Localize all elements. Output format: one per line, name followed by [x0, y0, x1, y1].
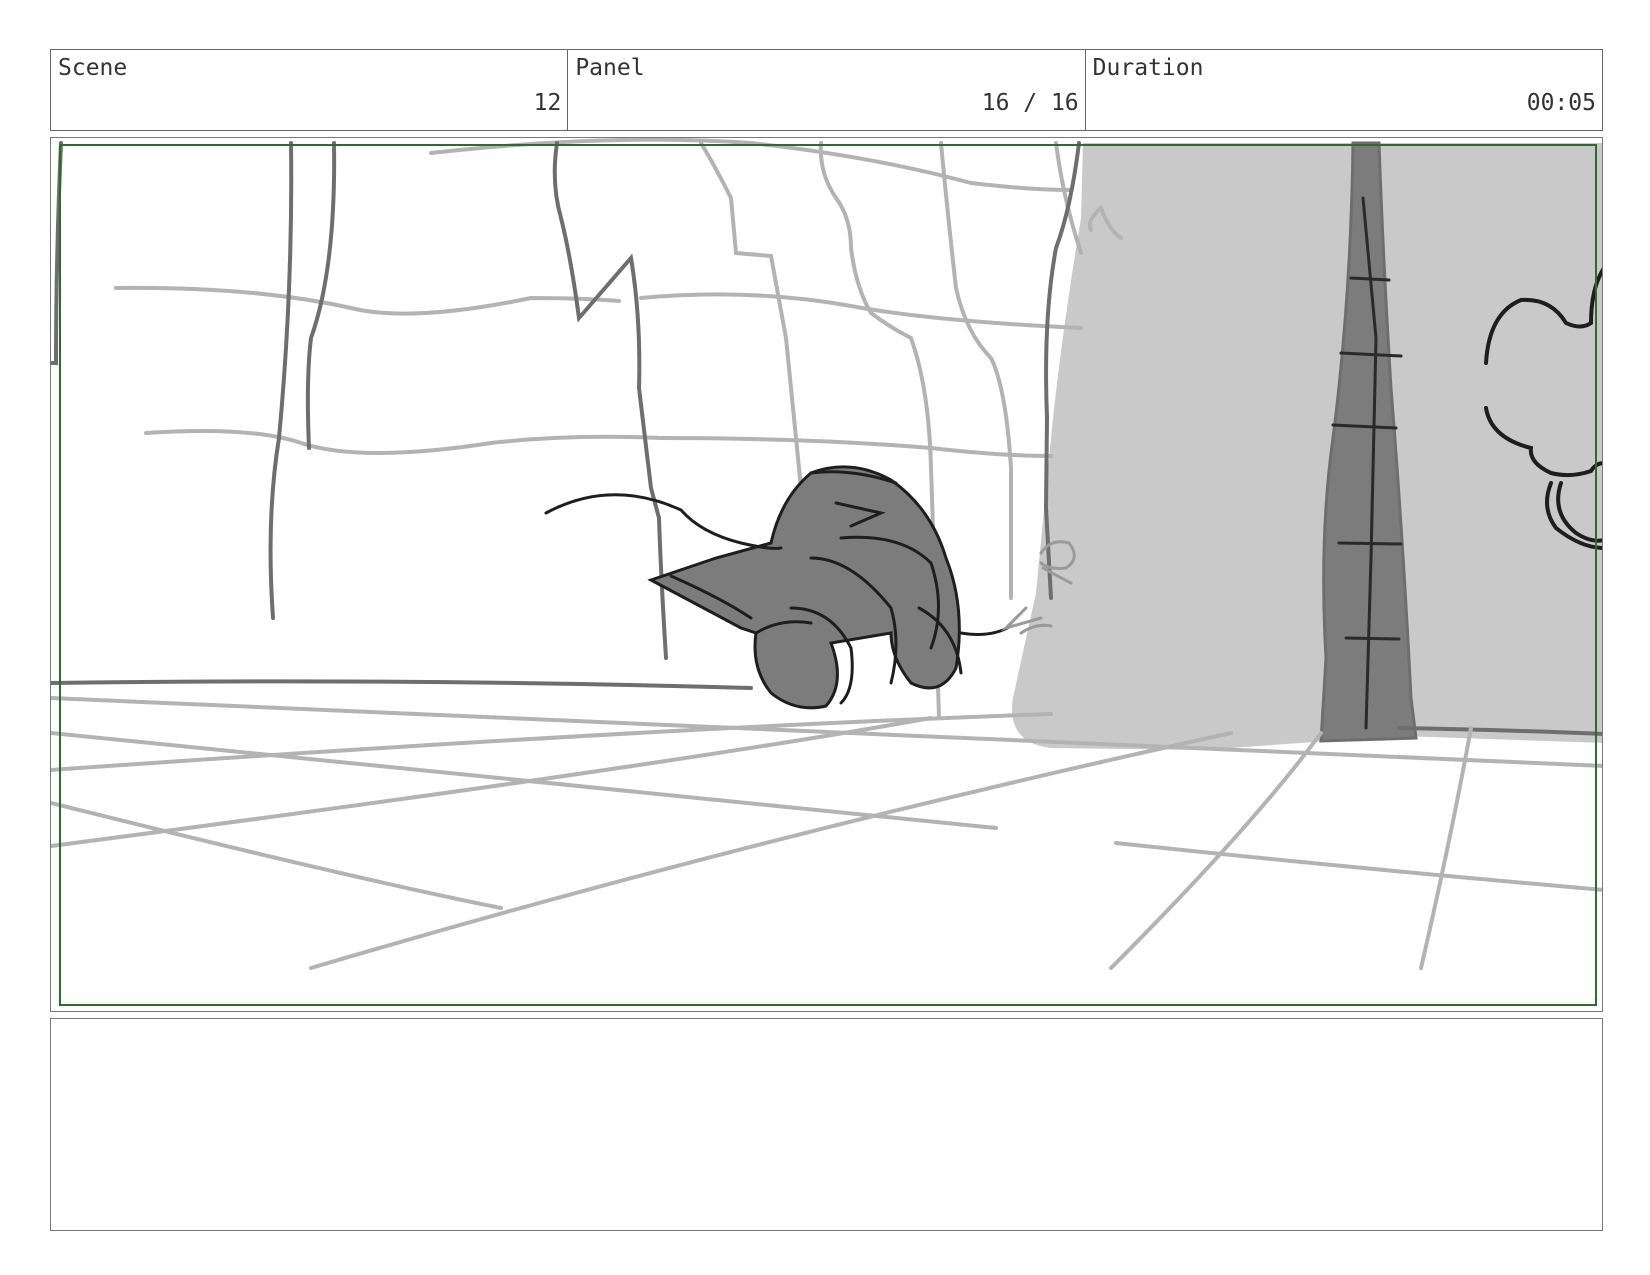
creature-sketch [544, 465, 1013, 710]
duration-label: Duration [1092, 55, 1204, 81]
sketch-drawing [51, 138, 1602, 1006]
panel-label: Panel [575, 55, 645, 81]
notes-box[interactable] [50, 1018, 1603, 1231]
duration-cell: Duration 00:05 [1086, 50, 1602, 130]
storyboard-frame [50, 137, 1603, 1012]
scene-label: Scene [58, 55, 128, 81]
duration-value: 00:05 [1526, 90, 1596, 116]
background-wall-lines [114, 138, 1123, 720]
scene-number: 12 [533, 90, 562, 116]
foreground-pillar-fill [1012, 143, 1602, 750]
panel-number: 16 / 16 [981, 90, 1079, 116]
panel-cell: Panel 16 / 16 [568, 50, 1086, 130]
panel-info-header: Scene 12 Panel 16 / 16 Duration 00:05 [50, 49, 1603, 131]
scene-cell: Scene 12 [51, 50, 569, 130]
